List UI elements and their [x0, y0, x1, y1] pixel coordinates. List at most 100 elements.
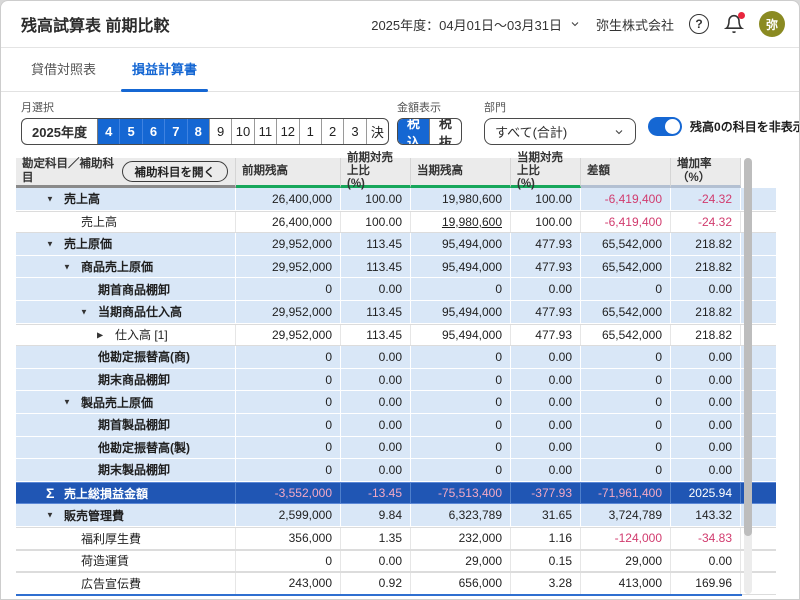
value-cell: 0.00: [341, 369, 411, 391]
value-cell: 477.93: [511, 301, 581, 323]
account-cell: ▼販売管理費: [16, 504, 236, 526]
table-row[interactable]: ▼商品売上原価29,952,000113.4595,494,000477.936…: [16, 256, 776, 279]
account-cell: 広告宣伝費: [16, 573, 236, 594]
department-dropdown[interactable]: すべて(合計): [484, 118, 636, 145]
table-row[interactable]: 荷造運賃00.0029,0000.1529,0000.00: [16, 550, 776, 573]
value-cell: 0: [236, 278, 341, 300]
table-row[interactable]: ▼売上原価29,952,000113.4595,494,000477.9365,…: [16, 233, 776, 256]
table-row[interactable]: 期末製品棚卸00.0000.0000.00: [16, 459, 776, 482]
value-cell: 29,000: [581, 551, 671, 572]
month-button[interactable]: 5: [119, 119, 141, 144]
value-cell: 0.00: [671, 551, 741, 572]
value-cell: 29,000: [411, 551, 511, 572]
user-avatar[interactable]: 弥: [759, 11, 785, 37]
table-row[interactable]: 他勘定振替高(製)00.0000.0000.00: [16, 437, 776, 460]
value-cell: 243,000: [236, 573, 341, 594]
department-value: すべて(合計): [495, 122, 567, 141]
tab-balance-sheet[interactable]: 貸借対照表: [31, 59, 96, 91]
table-row[interactable]: 期末商品棚卸00.0000.0000.00: [16, 369, 776, 392]
value-cell: 0: [411, 346, 511, 368]
value-cell: 26,400,000: [236, 188, 341, 210]
account-cell: 期首製品棚卸: [16, 414, 236, 436]
month-button[interactable]: 3: [343, 119, 365, 144]
trial-balance-table: 勘定科目／補助科目 補助科目を開く 前期残高前期対売上比 (%)当期残高当期対売…: [16, 158, 776, 595]
expand-arrow-icon[interactable]: ▶: [97, 330, 103, 339]
table-row[interactable]: 広告宣伝費243,0000.92656,0003.28413,000169.96: [16, 572, 776, 595]
tax-included-button[interactable]: 税込: [398, 119, 429, 144]
tab-profit-loss[interactable]: 損益計算書: [132, 59, 197, 91]
expand-arrow-icon[interactable]: ▼: [46, 194, 54, 203]
fiscal-period-selector[interactable]: 2025年度：04月01日〜03月31日: [371, 15, 581, 34]
value-cell: 0.00: [671, 414, 741, 436]
value-cell: 95,494,000: [411, 325, 511, 346]
help-icon[interactable]: ?: [689, 14, 709, 34]
table-row[interactable]: ▼売上高26,400,000100.0019,980,600100.00-6,4…: [16, 188, 776, 211]
month-button[interactable]: 11: [254, 119, 276, 144]
table-row[interactable]: ▶仕入高 [1]29,952,000113.4595,494,000477.93…: [16, 324, 776, 347]
notification-bell-icon[interactable]: [724, 14, 744, 34]
month-button[interactable]: 6: [142, 119, 164, 144]
scrollbar-thumb[interactable]: [744, 158, 752, 536]
account-cell: Σ売上総損益金額: [16, 483, 236, 504]
table-row[interactable]: 他勘定振替高(商)00.0000.0000.00: [16, 346, 776, 369]
month-button[interactable]: 1: [299, 119, 321, 144]
table-row[interactable]: ▼販売管理費2,599,0009.846,323,78931.653,724,7…: [16, 504, 776, 527]
table-row[interactable]: 福利厚生費356,0001.35232,0001.16-124,000-34.8…: [16, 527, 776, 550]
value-cell: 218.82: [671, 301, 741, 323]
expand-arrow-icon[interactable]: ▼: [46, 239, 54, 248]
account-name: 期末商品棚卸: [98, 371, 170, 388]
month-button[interactable]: 決: [366, 119, 388, 144]
month-select-label: 月選択: [21, 99, 389, 115]
value-cell: 0: [236, 391, 341, 413]
month-button[interactable]: 9: [209, 119, 231, 144]
top-bar: 残高試算表 前期比較 2025年度：04月01日〜03月31日 弥生株式会社 ?…: [1, 1, 799, 48]
value-cell: 0.00: [511, 414, 581, 436]
expand-arrow-icon[interactable]: ▼: [80, 307, 88, 316]
value-link[interactable]: 19,980,600: [411, 212, 511, 233]
value-cell: 0.00: [341, 346, 411, 368]
value-cell: 0.00: [671, 278, 741, 300]
table-row[interactable]: 売上高26,400,000100.0019,980,600100.00-6,41…: [16, 211, 776, 234]
value-cell: 29,952,000: [236, 233, 341, 255]
value-cell: 100.00: [511, 188, 581, 210]
table-row[interactable]: ▼当期商品仕入高29,952,000113.4595,494,000477.93…: [16, 301, 776, 324]
value-cell: 95,494,000: [411, 301, 511, 323]
open-sub-accounts-button[interactable]: 補助科目を開く: [122, 161, 229, 182]
account-cell: ▼製品売上原価: [16, 391, 236, 413]
value-cell: 656,000: [411, 573, 511, 594]
month-button[interactable]: 10: [231, 119, 253, 144]
account-column-header: 勘定科目／補助科目 補助科目を開く: [16, 158, 236, 188]
table-row[interactable]: 期首製品棚卸00.0000.0000.00: [16, 414, 776, 437]
hide-zero-balance-toggle[interactable]: [648, 117, 682, 136]
value-cell: 0.00: [671, 369, 741, 391]
value-cell: 0.00: [341, 437, 411, 459]
month-selector: 2025年度 456789101112123決: [21, 118, 389, 145]
table-row[interactable]: Σ売上総損益金額-3,552,000-13.45-75,513,400-377.…: [16, 482, 776, 505]
value-cell: -3,552,000: [236, 483, 341, 504]
value-cell: 0: [236, 551, 341, 572]
vertical-scrollbar: [744, 158, 752, 594]
expand-arrow-icon[interactable]: ▼: [63, 262, 71, 271]
table-row[interactable]: ▼製品売上原価00.0000.0000.00: [16, 391, 776, 414]
month-button[interactable]: 12: [276, 119, 298, 144]
value-cell: 100.00: [341, 188, 411, 210]
table-body: ▼ 売上高26,400,000100.0019,980,600100.00-6,4…: [16, 188, 776, 595]
value-cell: 477.93: [511, 325, 581, 346]
table-row[interactable]: 期首商品棚卸00.0000.0000.00: [16, 278, 776, 301]
tax-excluded-button[interactable]: 税抜: [429, 119, 461, 144]
account-cell: 期首商品棚卸: [16, 278, 236, 300]
expand-arrow-icon[interactable]: ▼: [46, 511, 54, 520]
value-cell: 1.35: [341, 528, 411, 549]
value-cell: 0: [236, 414, 341, 436]
value-cell: 0.00: [341, 278, 411, 300]
expand-arrow-icon[interactable]: ▼: [63, 398, 71, 407]
value-cell: 0.15: [511, 551, 581, 572]
month-button[interactable]: 4: [98, 119, 119, 144]
value-cell: 0.00: [511, 346, 581, 368]
fiscal-year-button[interactable]: 2025年度: [22, 119, 98, 144]
month-button[interactable]: 2: [321, 119, 343, 144]
value-cell: 29,952,000: [236, 256, 341, 278]
value-cell: 26,400,000: [236, 212, 341, 233]
month-button[interactable]: 7: [164, 119, 186, 144]
month-button[interactable]: 8: [187, 119, 209, 144]
